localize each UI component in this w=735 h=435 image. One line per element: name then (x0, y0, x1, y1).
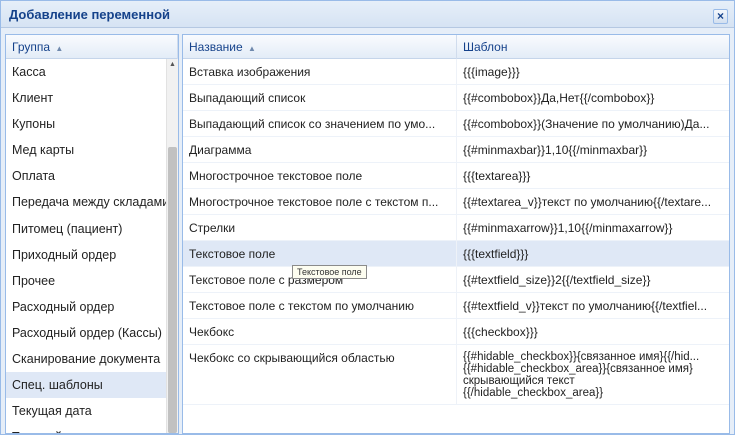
sort-asc-icon: ▲ (247, 44, 256, 53)
template-code-cell: {{#combobox}}(Значение по умолчанию)Да..… (463, 117, 710, 131)
template-code-cell: {{#hidable_checkbox}}{связанное имя}{{/h… (457, 345, 729, 404)
group-list-item[interactable]: Текущий пользователь (6, 424, 166, 433)
template-code-line: скрывающийся текст (463, 375, 575, 387)
groups-grid-header: Группа ▲ (6, 35, 178, 59)
template-name-cell: Выпадающий список (183, 85, 457, 110)
template-code-line: {{/hidable_checkbox_area}} (463, 387, 604, 399)
group-list-item[interactable]: Прочее (6, 268, 166, 294)
template-code-cell: {{#minmaxarrow}}1,10{{/minmaxarrow}} (463, 221, 673, 235)
dialog-titlebar[interactable]: Добавление переменной × (1, 1, 734, 28)
group-list-item[interactable]: Купоны (6, 111, 166, 137)
groups-grid: Группа ▲ Касса Клиент Купоны Мед карты Оплат… (5, 34, 179, 434)
template-code-line: {{#hidable_checkbox_area}}{связанное имя… (463, 363, 693, 375)
add-variable-dialog: Добавление переменной × Группа ▲ Касса Кл… (0, 0, 735, 435)
template-code-cell: {{{image}}} (463, 65, 520, 79)
group-list-item[interactable]: Питомец (пациент) (6, 216, 166, 242)
group-list-item[interactable]: Текущая дата (6, 398, 166, 424)
template-code-cell: {{#textfield_size}}2{{/textfield_size}} (463, 273, 651, 287)
template-row[interactable]: Многострочное текстовое поле с текстом п… (183, 189, 729, 215)
template-code-line: {{#hidable_checkbox}}{связанное имя}{{/h… (463, 351, 700, 363)
group-list-item[interactable]: Оплата (6, 163, 166, 189)
template-code-cell: {{#minmaxbar}}1,10{{/minmaxbar}} (463, 143, 648, 157)
template-row[interactable]: Текстовое поле {{{textfield}}} (183, 241, 729, 267)
templates-grid-body: Вставка изображения {{{image}}} Выпадающий… (183, 59, 729, 433)
template-row[interactable]: Текстовое поле с размером {{#textfield_si… (183, 267, 729, 293)
template-name-cell: Выпадающий список со значением по умо... (183, 111, 457, 136)
template-code-cell: {{#textfield_v}}текст по умолчанию{{/tex… (463, 299, 708, 313)
template-row[interactable]: Выпадающий список со значением по умо...… (183, 111, 729, 137)
group-list: Касса Клиент Купоны Мед карты Оплата Передача… (6, 59, 166, 433)
template-code-cell: {{{checkbox}}} (463, 325, 538, 339)
column-header-group-label: Группа (12, 40, 51, 54)
tooltip: Текстовое поле (292, 265, 367, 279)
template-name-cell: Чекбокс со скрывающийся областью (183, 345, 457, 404)
scrollbar-thumb[interactable] (168, 147, 177, 433)
group-list-item[interactable]: Передача между складами (6, 189, 166, 215)
template-row[interactable]: Стрелки {{#minmaxarrow}}1,10{{/minmaxarro… (183, 215, 729, 241)
group-list-item[interactable]: Спец. шаблоны (6, 372, 166, 399)
group-list-item[interactable]: Клиент (6, 85, 166, 111)
template-row[interactable]: Вставка изображения {{{image}}} (183, 59, 729, 85)
template-code-cell: {{{textarea}}} (463, 169, 531, 183)
template-code-cell: {{#combobox}}Да,Нет{{/combobox}} (463, 91, 655, 105)
column-header-template-label: Шаблон (463, 40, 508, 54)
template-name-cell: Текстовое поле с текстом по умолчанию (183, 293, 457, 318)
template-row[interactable]: Выпадающий список {{#combobox}}Да,Нет{{/c… (183, 85, 729, 111)
template-name-cell: Многострочное текстовое поле (183, 163, 457, 188)
column-header-name-label: Название (189, 40, 243, 54)
group-list-item[interactable]: Сканирование документа (6, 346, 166, 372)
column-header-group[interactable]: Группа ▲ (6, 35, 178, 59)
template-row[interactable]: Многострочное текстовое поле {{{textarea}… (183, 163, 729, 189)
column-header-name[interactable]: Название ▲ (183, 35, 457, 59)
column-header-template[interactable]: Шаблон (457, 35, 729, 59)
group-list-item[interactable]: Мед карты (6, 137, 166, 163)
templates-grid: Название ▲ Шаблон Вставка изображения {{{… (182, 34, 730, 434)
group-list-item[interactable]: Расходный ордер (Кассы) (6, 320, 166, 346)
template-row[interactable]: Диаграмма {{#minmaxbar}}1,10{{/minmaxbar}… (183, 137, 729, 163)
template-name-cell: Чекбокс (183, 319, 457, 344)
group-list-item[interactable]: Приходный ордер (6, 242, 166, 268)
close-icon[interactable]: × (713, 9, 728, 24)
dialog-title: Добавление переменной (9, 7, 171, 22)
group-list-item[interactable]: Касса (6, 59, 166, 85)
template-code-cell: {{#textarea_v}}текст по умолчанию{{/text… (463, 195, 712, 209)
template-row[interactable]: Текстовое поле с текстом по умолчанию {{#… (183, 293, 729, 319)
sort-asc-icon: ▲ (55, 44, 64, 53)
scroll-up-icon[interactable]: ▲ (167, 59, 178, 71)
group-list-item[interactable]: Расходный ордер (6, 294, 166, 320)
template-name-cell: Многострочное текстовое поле с текстом п… (183, 189, 457, 214)
template-row[interactable]: Чекбокс со скрывающийся областью {{#hidab… (183, 345, 729, 405)
vertical-scrollbar[interactable]: ▲ (166, 59, 178, 433)
template-name-cell: Диаграмма (183, 137, 457, 162)
template-name-cell: Текстовое поле (183, 241, 457, 266)
groups-grid-body: Касса Клиент Купоны Мед карты Оплата Передача… (6, 59, 178, 433)
template-name-cell: Вставка изображения (183, 59, 457, 84)
template-row[interactable]: Чекбокс {{{checkbox}}} (183, 319, 729, 345)
templates-grid-header: Название ▲ Шаблон (183, 35, 729, 59)
template-name-cell: Стрелки (183, 215, 457, 240)
template-code-cell: {{{textfield}}} (463, 247, 529, 261)
